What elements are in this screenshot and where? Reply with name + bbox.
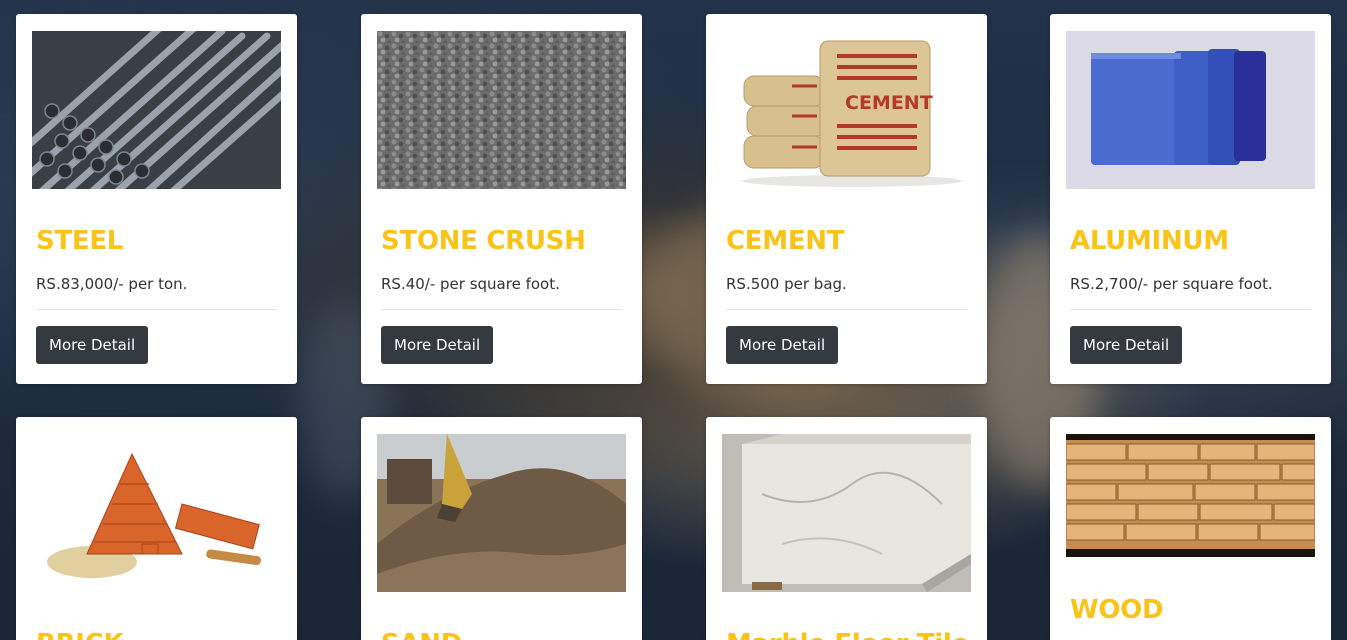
aluminum-panels-image	[1066, 31, 1315, 189]
product-title: SAND	[381, 629, 462, 640]
product-price: RS.83,000/- per ton.	[36, 275, 188, 293]
more-detail-button[interactable]: More Detail	[1070, 326, 1183, 364]
product-price: RS.40/- per square foot.	[381, 275, 560, 293]
svg-text:CEMENT: CEMENT	[845, 92, 933, 114]
product-title: STEEL	[36, 226, 124, 256]
product-card-wood: WOOD	[1050, 417, 1331, 640]
product-title: CEMENT	[726, 226, 845, 256]
more-detail-button[interactable]: More Detail	[381, 326, 494, 364]
product-title: STONE CRUSH	[381, 226, 586, 256]
divider	[726, 309, 967, 310]
product-title: ALUMINUM	[1070, 226, 1229, 256]
stone-crush-image	[377, 31, 626, 189]
product-price: RS.2,700/- per square foot.	[1070, 275, 1273, 293]
steel-rebar-image	[32, 31, 281, 189]
bricks-image	[32, 434, 281, 592]
divider	[1070, 309, 1311, 310]
product-card-stone-crush: STONE CRUSH RS.40/- per square foot. Mor…	[361, 14, 642, 384]
more-detail-button[interactable]: More Detail	[36, 326, 149, 364]
product-card-steel: STEEL RS.83,000/- per ton. More Detail	[16, 14, 297, 384]
divider	[36, 309, 277, 310]
divider	[381, 309, 622, 310]
product-title: Marble Floor Tile	[726, 629, 969, 640]
wood-planks-image	[1066, 434, 1315, 557]
product-title: WOOD	[1070, 595, 1164, 625]
product-title: BRICK	[36, 629, 124, 640]
product-card-marble: Marble Floor Tile	[706, 417, 987, 640]
cement-bags-image: CEMENT	[722, 31, 971, 189]
product-card-brick: BRICK	[16, 417, 297, 640]
product-price: RS.500 per bag.	[726, 275, 847, 293]
product-card-sand: SAND	[361, 417, 642, 640]
product-card-aluminum: ALUMINUM RS.2,700/- per square foot. Mor…	[1050, 14, 1331, 384]
more-detail-button[interactable]: More Detail	[726, 326, 839, 364]
sand-pile-image	[377, 434, 626, 592]
marble-slabs-image	[722, 434, 971, 592]
product-card-cement: CEMENT CEMENT RS.500 per bag. More Detai…	[706, 14, 987, 384]
